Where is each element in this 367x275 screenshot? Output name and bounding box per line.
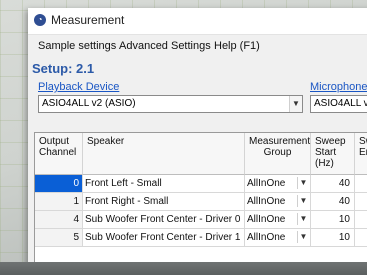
speaker-cell[interactable]: Front Left - Small <box>83 175 245 192</box>
playback-device-link[interactable]: Playback Device <box>38 81 119 93</box>
menu-help[interactable]: Help (F1) <box>214 40 260 52</box>
menu-advanced-settings[interactable]: Advanced Settings <box>119 40 211 52</box>
sweep-start-cell[interactable]: 40 <box>311 175 355 192</box>
table-row[interactable]: 1 Front Right - Small AllInOne ▼ 40 <box>35 193 367 211</box>
screen-photo: ◔ Measurement Sample settings Advanced S… <box>0 0 367 275</box>
app-icon: ◔ <box>34 14 46 26</box>
measurement-window: ◔ Measurement Sample settings Advanced S… <box>28 8 367 266</box>
group-select[interactable]: AllInOne ▼ <box>245 193 311 210</box>
channel-cell[interactable]: 5 <box>35 229 83 246</box>
channel-cell[interactable]: 1 <box>35 193 83 210</box>
group-value: AllInOne <box>247 178 286 189</box>
menu-sample-settings[interactable]: Sample settings <box>38 40 116 52</box>
chevron-down-icon: ▼ <box>297 177 309 189</box>
table-row[interactable]: 0 Front Left - Small AllInOne ▼ 40 <box>35 175 367 193</box>
speaker-cell[interactable]: Sub Woofer Front Center - Driver 1 <box>83 229 245 246</box>
speaker-table: Output Channel Speaker Measurement Group… <box>34 132 367 266</box>
group-value: AllInOne <box>247 232 286 243</box>
monitor-bezel <box>0 262 367 275</box>
sweep-start-cell[interactable]: 10 <box>311 211 355 228</box>
table-row[interactable]: 5 Sub Woofer Front Center - Driver 1 All… <box>35 229 367 247</box>
group-value: AllInOne <box>247 196 286 207</box>
title-bar: ◔ Measurement <box>28 8 367 35</box>
sweep-start-cell[interactable]: 10 <box>311 229 355 246</box>
group-select[interactable]: AllInOne ▼ <box>245 211 311 228</box>
header-measurement-group[interactable]: Measurement Group <box>245 133 311 175</box>
header-output-channel[interactable]: Output Channel <box>35 133 83 175</box>
window-title: Measurement <box>51 13 125 27</box>
playback-device-select[interactable]: ASIO4ALL v2 (ASIO) ▼ <box>38 95 303 113</box>
group-select[interactable]: AllInOne ▼ <box>245 229 311 246</box>
header-sweep-end[interactable]: Sw En <box>355 133 367 175</box>
menu-bar: Sample settings Advanced Settings Help (… <box>28 38 367 58</box>
playback-device-value: ASIO4ALL v2 (ASIO) <box>42 98 136 109</box>
microphone-input-link[interactable]: Microphone In <box>310 81 367 93</box>
microphone-input-value: ASIO4ALL v2 (A <box>314 98 367 109</box>
microphone-input-select[interactable]: ASIO4ALL v2 (A <box>310 95 367 113</box>
sweep-start-cell[interactable]: 40 <box>311 193 355 210</box>
chevron-down-icon: ▼ <box>289 96 302 112</box>
channel-cell[interactable]: 4 <box>35 211 83 228</box>
chevron-down-icon: ▼ <box>297 213 309 225</box>
chevron-down-icon: ▼ <box>297 231 309 243</box>
header-sweep-start[interactable]: Sweep Start (Hz) <box>311 133 355 175</box>
speaker-cell[interactable]: Front Right - Small <box>83 193 245 210</box>
chevron-down-icon: ▼ <box>297 195 309 207</box>
channel-cell[interactable]: 0 <box>35 175 83 192</box>
header-speaker[interactable]: Speaker <box>83 133 245 175</box>
speaker-cell[interactable]: Sub Woofer Front Center - Driver 0 <box>83 211 245 228</box>
table-row[interactable]: 4 Sub Woofer Front Center - Driver 0 All… <box>35 211 367 229</box>
group-select[interactable]: AllInOne ▼ <box>245 175 311 192</box>
group-value: AllInOne <box>247 214 286 225</box>
setup-label: Setup: 2.1 <box>32 61 95 76</box>
